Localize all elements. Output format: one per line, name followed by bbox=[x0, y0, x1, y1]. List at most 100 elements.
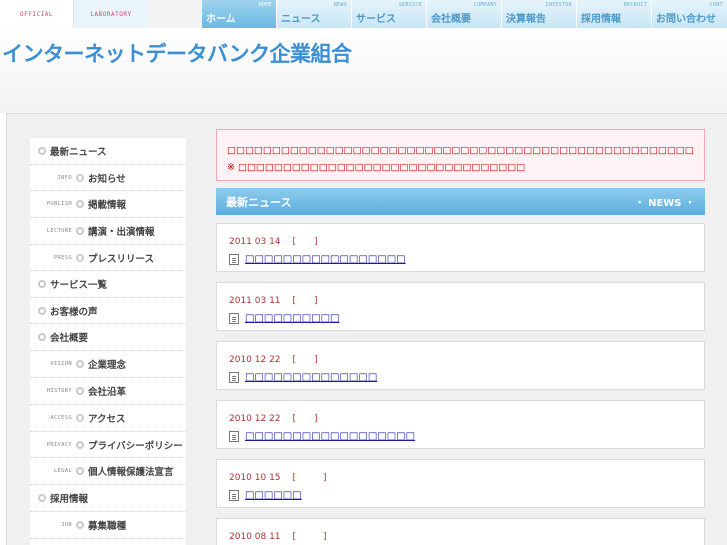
official-link[interactable]: OFFICIAL bbox=[0, 0, 74, 28]
sidebar-item-job[interactable]: JOB 募集職種 bbox=[30, 512, 186, 539]
news-date-row: 2010 12 22 [ ] bbox=[229, 352, 704, 365]
sidebar-item-en: LEGAL bbox=[53, 468, 72, 474]
news-date: 2010 12 22 bbox=[229, 414, 281, 424]
nav-contact[interactable]: CONT お問い合わせ bbox=[652, 0, 727, 28]
nav-recruit[interactable]: RECRUIT 採用情報 bbox=[577, 0, 652, 28]
news-item: 2011 03 11 [ ] □□□□□□□□□□ bbox=[216, 282, 705, 331]
sidebar-item-lecture[interactable]: LECTURE 講演・出演情報 bbox=[30, 218, 186, 245]
nav-en-label: COMPANY bbox=[473, 2, 497, 8]
sidebar-item-en: VISION bbox=[50, 361, 72, 367]
sidebar-item-en: JOB bbox=[61, 522, 72, 528]
news-item: 2010 12 22 [ ] □□□□□□□□□□□□□□□□□□ bbox=[216, 400, 705, 449]
sidebar-item-label: 採用情報 bbox=[50, 494, 89, 505]
notice-line-2-text[interactable]: □□□□□□□□□□□□□□□□□□□□□□□□□□□□□□□□ bbox=[238, 162, 525, 173]
sidebar-item-label: 企業理念 bbox=[88, 360, 127, 371]
sidebar-item-services[interactable]: サービス一覧 bbox=[30, 271, 186, 298]
news-date: 2010 12 22 bbox=[229, 355, 281, 365]
news-category: [ ] bbox=[292, 355, 318, 365]
news-link[interactable]: □□□□□□□□□□□□□□□□□□ bbox=[229, 431, 704, 442]
news-link[interactable]: □□□□□□□□□□ bbox=[229, 313, 704, 324]
bullet-icon bbox=[38, 333, 46, 341]
news-date: 2010 08 11 bbox=[229, 532, 281, 542]
nav-home[interactable]: HOME ホーム bbox=[202, 0, 277, 28]
news-link-text[interactable]: □□□□□□□□□□□□□□□□□□ bbox=[245, 431, 415, 442]
sidebar-item-label: 最新ニュース bbox=[50, 147, 107, 158]
sidebar-item-privacy[interactable]: PRIVACY プライバシーポリシー bbox=[30, 432, 186, 458]
sidebar-item-en: LECTURE bbox=[46, 228, 72, 234]
site-logo[interactable]: インターネットデータバンク企業組合 bbox=[2, 38, 352, 68]
document-icon bbox=[229, 254, 239, 265]
news-date: 2011 03 14 bbox=[229, 237, 281, 247]
sidebar-item-en: PUBLISH bbox=[46, 201, 72, 207]
sidebar-item-press[interactable]: PRESS プレスリリース bbox=[30, 245, 186, 271]
nav-company[interactable]: COMPANY 会社概要 bbox=[427, 0, 502, 28]
notice-box: □□□□□□□□□□□□□□□□□□□□□□□□□□□□□□□□□□□□□□□□… bbox=[216, 129, 705, 181]
news-item: 2010 08 11 [ ] bbox=[216, 518, 705, 545]
bullet-icon bbox=[76, 360, 84, 368]
sidebar-item-label: アクセス bbox=[88, 414, 126, 425]
notice-line-1: □□□□□□□□□□□□□□□□□□□□□□□□□□□□□□□□□□□□□□□□… bbox=[227, 145, 694, 156]
news-category: [ ] bbox=[292, 237, 318, 247]
news-link[interactable]: □□□□□□ bbox=[229, 490, 704, 501]
sidebar-item-label: 掲載情報 bbox=[88, 200, 127, 211]
sidebar-item-latest-news[interactable]: 最新ニュース bbox=[30, 138, 186, 165]
news-link[interactable]: □□□□□□□□□□□□□□□□□ bbox=[229, 254, 704, 265]
document-icon bbox=[229, 490, 239, 501]
nav-en-label: NEWS bbox=[333, 2, 347, 8]
sidebar-item-en: INFO bbox=[57, 174, 72, 181]
news-category: [ ] bbox=[292, 473, 327, 483]
news-link-text[interactable]: □□□□□□ bbox=[245, 490, 302, 501]
sidebar-item-label: サービス一覧 bbox=[50, 280, 108, 291]
news-date-row: 2010 12 22 [ ] bbox=[229, 411, 704, 424]
news-item: 2010 10 15 [ ] □□□□□□ bbox=[216, 459, 705, 508]
news-link-text[interactable]: □□□□□□□□□□□□□□□□□ bbox=[245, 254, 406, 265]
nav-en-label: SERVICE bbox=[398, 2, 422, 8]
nav-en-label: INVESTOR bbox=[545, 2, 572, 8]
bullet-icon bbox=[76, 521, 84, 529]
sidebar-item-legal[interactable]: LEGAL 個人情報保護法宣言 bbox=[30, 458, 186, 485]
nav-en-label: RECRUIT bbox=[623, 2, 647, 8]
laboratory-link[interactable]: LABORATORY bbox=[74, 0, 148, 28]
sidebar-item-company[interactable]: 会社概要 bbox=[30, 324, 186, 351]
sidebar-item-en: HISTORY bbox=[46, 388, 72, 394]
sidebar-item-publish[interactable]: PUBLISH 掲載情報 bbox=[30, 191, 186, 218]
nav-jp-label: 決算報告 bbox=[506, 14, 546, 25]
sidebar-item-recruit[interactable]: 採用情報 bbox=[30, 485, 186, 512]
sidebar-item-label: 会社沿革 bbox=[88, 387, 127, 398]
nav-jp-label: お問い合わせ bbox=[656, 14, 716, 25]
news-link-text[interactable]: □□□□□□□□□□□□□□ bbox=[245, 372, 377, 383]
sidebar-item-en: PRESS bbox=[53, 254, 72, 261]
nav-jp-label: 会社概要 bbox=[431, 14, 471, 25]
global-nav: HOME ホーム NEWS ニュース SERVICE サービス COMPANY … bbox=[202, 0, 727, 28]
sidebar-item-label: 個人情報保護法宣言 bbox=[88, 467, 174, 478]
bullet-icon bbox=[38, 494, 46, 502]
sidebar-item-access[interactable]: ACCESS アクセス bbox=[30, 405, 186, 432]
notice-line-2: ※ □□□□□□□□□□□□□□□□□□□□□□□□□□□□□□□□ bbox=[227, 159, 694, 176]
nav-jp-label: 採用情報 bbox=[581, 14, 621, 25]
nav-investor[interactable]: INVESTOR 決算報告 bbox=[502, 0, 577, 28]
sidebar-item-vision[interactable]: VISION 企業理念 bbox=[30, 351, 186, 378]
nav-jp-label: サービス bbox=[356, 14, 396, 25]
nav-en-label: HOME bbox=[258, 2, 272, 8]
news-link-text[interactable]: □□□□□□□□□□ bbox=[245, 313, 339, 324]
bullet-icon bbox=[76, 467, 84, 475]
nav-jp-label: ニュース bbox=[281, 14, 321, 25]
sidebar-item-label: プレスリリース bbox=[88, 253, 155, 265]
news-date-row: 2011 03 14 [ ] bbox=[229, 234, 704, 247]
news-header-title: 最新ニュース bbox=[226, 195, 292, 209]
sidebar-item-label: お客様の声 bbox=[50, 306, 98, 318]
bullet-icon bbox=[38, 306, 46, 315]
news-date-row: 2010 08 11 [ ] bbox=[229, 529, 704, 542]
bullet-icon bbox=[76, 253, 84, 262]
bullet-icon bbox=[38, 280, 46, 288]
news-header: 最新ニュース ・ NEWS ・ bbox=[216, 188, 705, 215]
sidebar-item-info[interactable]: INFO お知らせ bbox=[30, 165, 186, 191]
sidebar-item-voice[interactable]: お客様の声 bbox=[30, 298, 186, 324]
sidebar-item-history[interactable]: HISTORY 会社沿革 bbox=[30, 378, 186, 405]
news-date-row: 2011 03 11 [ ] bbox=[229, 293, 704, 306]
nav-news[interactable]: NEWS ニュース bbox=[277, 0, 352, 28]
nav-service[interactable]: SERVICE サービス bbox=[352, 0, 427, 28]
bullet-icon bbox=[76, 387, 84, 395]
news-link[interactable]: □□□□□□□□□□□□□□ bbox=[229, 372, 704, 383]
document-icon bbox=[229, 431, 239, 442]
